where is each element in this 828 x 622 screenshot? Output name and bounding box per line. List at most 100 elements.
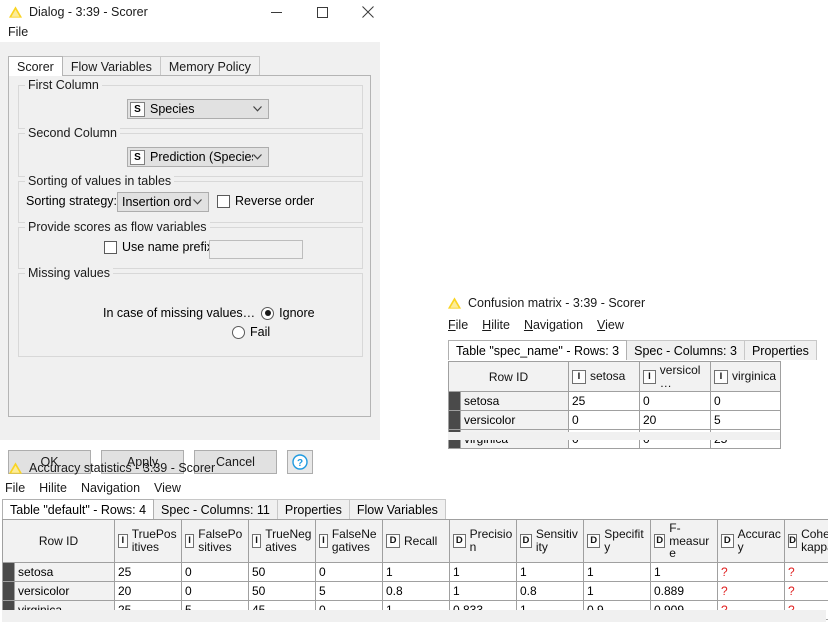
cell: 1	[583, 561, 651, 582]
group-first-column: First Column S Species	[18, 78, 363, 129]
col-header-cohens-kappa[interactable]: DCohen's kappa	[784, 519, 828, 563]
cell: 0	[181, 580, 249, 601]
col-header-versicolor[interactable]: Iversicol…	[639, 360, 711, 393]
scorer-dialog-title: Dialog - 3:39 - Scorer	[29, 5, 148, 19]
missing-fail-label: Fail	[250, 325, 271, 339]
col-header-row-id[interactable]: Row ID	[448, 360, 569, 393]
int-type-badge-icon: I	[643, 369, 656, 384]
use-name-prefix-label: Use name prefix	[122, 240, 214, 254]
close-icon[interactable]	[345, 1, 391, 23]
chevron-down-icon	[253, 106, 262, 112]
cell: 20	[639, 410, 711, 431]
col-header-specifity[interactable]: D Specifity	[583, 519, 651, 563]
menu-item-file[interactable]: File	[5, 481, 25, 495]
sorting-strategy-value: Insertion ord…	[122, 195, 193, 209]
tab-flow-variables[interactable]: Flow Variables	[348, 499, 446, 519]
tab-spec-columns[interactable]: Spec - Columns: 11	[153, 499, 278, 519]
cell-missing: ?	[784, 561, 828, 582]
tab-spec-columns[interactable]: Spec - Columns: 3	[626, 340, 745, 360]
screen-root: Dialog - 3:39 - Scorer File Scorer Flow …	[0, 0, 828, 622]
group-sorting-label: Sorting of values in tables	[25, 174, 175, 188]
group-flow-variables-label: Provide scores as flow variables	[25, 220, 210, 234]
row-handle[interactable]	[448, 410, 461, 431]
first-column-combo[interactable]: S Species	[127, 99, 269, 119]
help-button[interactable]: ?	[287, 450, 313, 474]
col-header-virginica[interactable]: Ivirginica	[710, 360, 781, 393]
tab-flow-variables[interactable]: Flow Variables	[61, 56, 161, 76]
col-header-row-id[interactable]: Row ID	[2, 519, 115, 563]
missing-ignore-radio[interactable]	[261, 306, 275, 320]
menu-item-navigation[interactable]: Navigation	[524, 318, 583, 332]
menu-item-hilite[interactable]: Hilite	[482, 318, 510, 332]
tab-table-spec-name[interactable]: Table "spec_name" - Rows: 3	[448, 340, 628, 360]
double-type-badge-icon: D	[721, 533, 734, 548]
col-header-truenegatives[interactable]: I TrueNegatives	[248, 519, 316, 563]
string-type-badge-icon: S	[130, 149, 145, 165]
col-header-f-measure[interactable]: D F-measure	[650, 519, 718, 563]
menu-item-file[interactable]: File	[448, 318, 468, 332]
row-handle[interactable]	[448, 391, 461, 412]
use-name-prefix-row[interactable]: Use name prefix	[104, 240, 213, 254]
table-row[interactable]: versicolor 0 20 5	[448, 410, 781, 431]
menu-item-hilite[interactable]: Hilite	[39, 481, 67, 495]
cell: 0	[568, 410, 640, 431]
tab-properties[interactable]: Properties	[276, 499, 350, 519]
menu-item-file[interactable]: File	[8, 25, 28, 39]
table-header-row: Row ID Isetosa Iversicol… Ivirginica	[448, 360, 781, 393]
tab-scorer[interactable]: Scorer	[8, 56, 63, 76]
menu-item-view[interactable]: View	[154, 481, 181, 495]
use-name-prefix-checkbox[interactable]	[104, 240, 117, 254]
group-first-column-label: First Column	[25, 78, 102, 92]
cell: 1	[449, 580, 517, 601]
svg-text:?: ?	[297, 458, 303, 469]
accuracy-window-menubar: File Hilite Navigation View	[5, 481, 181, 495]
table-row[interactable]: versicolor 20 0 50 5 0.8 1 0.8 1 0.889 ?…	[2, 580, 828, 601]
knime-logo-icon	[447, 297, 462, 309]
tab-memory-policy[interactable]: Memory Policy	[159, 56, 260, 76]
cell: 5	[710, 410, 781, 431]
missing-fail-radio[interactable]	[232, 325, 245, 339]
col-header-accuracy[interactable]: D Accuracy	[717, 519, 785, 563]
table-header-row: Row ID I TruePositives I FalsePositives IT…	[2, 519, 828, 563]
int-type-badge-icon: I	[572, 369, 586, 384]
menu-item-view[interactable]: View	[597, 318, 624, 332]
minimize-icon[interactable]	[253, 1, 299, 23]
col-header-precision[interactable]: D Precision	[449, 519, 517, 563]
col-header-setosa[interactable]: Isetosa	[568, 360, 640, 393]
confusion-view-tabstrip: Table "spec_name" - Rows: 3 Spec - Colum…	[448, 340, 817, 360]
col-header-recall[interactable]: D Recall	[382, 519, 450, 563]
cell: 25	[114, 561, 182, 582]
menu-item-navigation[interactable]: Navigation	[81, 481, 140, 495]
group-missing-values: Missing values In case of missing values…	[18, 266, 363, 357]
cell: 0	[315, 561, 383, 582]
table-row[interactable]: setosa 25 0 50 0 1 1 1 1 1 ? ?	[2, 561, 828, 582]
knime-logo-icon	[8, 6, 23, 18]
col-header-falsepositives[interactable]: I FalsePositives	[181, 519, 249, 563]
tab-table-default[interactable]: Table "default" - Rows: 4	[2, 499, 155, 519]
second-column-combo[interactable]: S Prediction (Species)	[127, 147, 269, 167]
double-type-badge-icon: D	[654, 533, 666, 548]
first-column-value: Species	[150, 102, 195, 116]
cell: 0	[181, 561, 249, 582]
name-prefix-input[interactable]	[209, 240, 303, 259]
scorer-dialog-menubar: File	[8, 25, 28, 39]
row-handle[interactable]	[2, 561, 15, 582]
col-header-sensitivity[interactable]: D Sensitivity	[516, 519, 584, 563]
col-header-falsenegatives[interactable]: I FalseNegatives	[315, 519, 383, 563]
double-type-badge-icon: D	[520, 533, 532, 548]
sorting-strategy-combo[interactable]: Insertion ord…	[117, 192, 209, 212]
reverse-order-checkbox[interactable]	[217, 194, 230, 208]
scorer-dialog-panel: Scorer Flow Variables Memory Policy Firs…	[0, 42, 380, 474]
tab-properties[interactable]: Properties	[743, 340, 817, 360]
col-header-truepositives[interactable]: I TruePositives	[114, 519, 182, 563]
cell: 5	[315, 580, 383, 601]
int-type-badge-icon: I	[118, 533, 128, 548]
cell: 0.889	[650, 580, 718, 601]
row-handle[interactable]	[2, 580, 15, 601]
missing-fail-row[interactable]: Fail	[232, 325, 270, 339]
cell: 20	[114, 580, 182, 601]
maximize-icon[interactable]	[299, 1, 345, 23]
scorer-window-controls	[253, 1, 391, 23]
table-row[interactable]: setosa 25 0 0	[448, 391, 781, 412]
reverse-order-row[interactable]: Reverse order	[217, 194, 314, 208]
